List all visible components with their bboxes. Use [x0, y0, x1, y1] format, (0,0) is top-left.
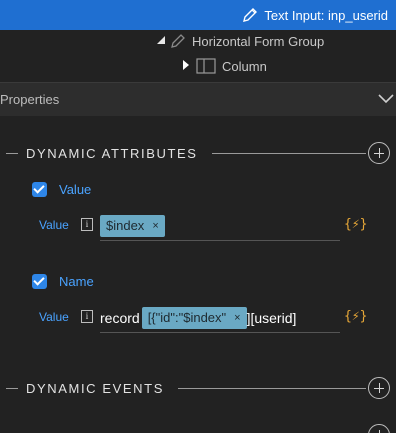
expression-suffix: ][userid]	[246, 309, 297, 326]
name-expression-input[interactable]: record [{"id":"$index" × ][userid]	[100, 303, 340, 333]
properties-title: Properties	[0, 92, 60, 107]
selected-element-title: Text Input: inp_userid	[264, 7, 388, 23]
value-checkbox[interactable]	[32, 182, 47, 197]
add-dynamic-attribute-button[interactable]	[368, 142, 390, 164]
attribute-value-row: Value i $index × {⚡}	[0, 211, 396, 241]
tag-text: $index	[106, 218, 145, 233]
attribute-name: Value	[59, 182, 92, 197]
info-icon[interactable]: i	[81, 310, 93, 323]
divider	[6, 388, 18, 389]
pencil-icon	[243, 8, 258, 22]
chevron-down-icon[interactable]	[378, 92, 394, 106]
data-binding-picker-icon[interactable]: {⚡}	[344, 217, 367, 232]
info-icon[interactable]: i	[81, 218, 93, 231]
field-label: Value	[39, 218, 69, 232]
selected-element-title-group: Text Input: inp_userid	[242, 7, 388, 23]
add-button[interactable]	[368, 424, 390, 433]
next-section-stub	[0, 424, 396, 433]
value-expression-input[interactable]: $index ×	[100, 211, 340, 241]
tag-text: [{"id":"$index"	[147, 310, 227, 325]
add-dynamic-event-button[interactable]	[368, 377, 390, 399]
attribute-name: Name	[59, 274, 94, 289]
expand-triangle-icon[interactable]	[172, 59, 189, 74]
column-layout-icon	[196, 58, 216, 74]
properties-panel-header[interactable]: Properties	[0, 82, 396, 116]
expression-tag[interactable]: $index ×	[100, 214, 165, 237]
section-title: DYNAMIC EVENTS	[26, 381, 164, 396]
expression-tag[interactable]: [{"id":"$index" ×	[141, 306, 247, 329]
structure-tree: Horizontal Form Group Column	[0, 30, 396, 82]
dynamic-attributes-header: DYNAMIC ATTRIBUTES	[0, 142, 396, 166]
tag-remove-icon[interactable]: ×	[234, 312, 240, 324]
data-binding-picker-icon[interactable]: {⚡}	[344, 309, 367, 324]
tree-item-label: Horizontal Form Group	[192, 33, 325, 49]
dynamic-events-header: DYNAMIC EVENTS	[0, 377, 396, 401]
selected-element-bar[interactable]: Text Input: inp_userid	[0, 0, 396, 30]
collapse-triangle-icon[interactable]	[146, 35, 165, 48]
pencil-icon	[171, 34, 185, 48]
attribute-name-row: Value i record [{"id":"$index" × ][useri…	[0, 303, 396, 333]
tree-item-label: Column	[222, 58, 267, 74]
tag-remove-icon[interactable]: ×	[152, 220, 158, 232]
field-label: Value	[39, 310, 69, 324]
section-title: DYNAMIC ATTRIBUTES	[26, 146, 198, 161]
name-checkbox[interactable]	[32, 274, 47, 289]
divider	[178, 388, 366, 389]
divider	[212, 153, 366, 154]
attribute-toggle-name[interactable]: Name	[32, 274, 94, 289]
divider	[6, 153, 18, 154]
attribute-toggle-value[interactable]: Value	[32, 182, 91, 197]
tree-item-horizontal-form-group[interactable]: Horizontal Form Group	[146, 33, 324, 49]
expression-prefix: record	[100, 309, 140, 326]
tree-item-column[interactable]: Column	[172, 58, 267, 74]
